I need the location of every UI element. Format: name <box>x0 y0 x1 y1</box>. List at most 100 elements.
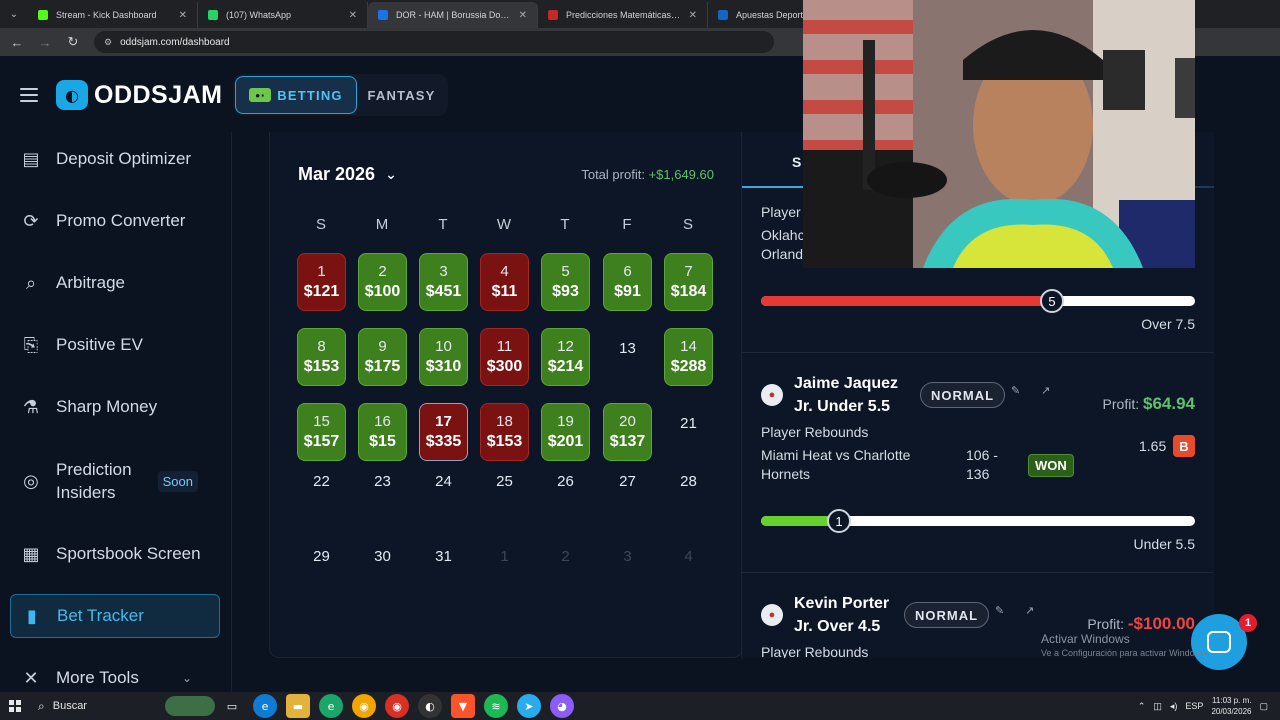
day-number: 8 <box>317 338 326 355</box>
calendar-day[interactable]: 14 $288 <box>664 328 713 386</box>
tab-close-icon[interactable]: ✕ <box>179 10 187 21</box>
search-icon: ⌕ <box>38 698 45 713</box>
calendar-day[interactable]: 21 <box>664 403 713 443</box>
clock[interactable]: 11:03 p. m. 20/03/2026 <box>1211 695 1251 717</box>
taskbar-search[interactable]: ⌕ Buscar <box>30 692 165 720</box>
browser-tab[interactable]: Stream - Kick Dashboard ✕ <box>28 2 198 28</box>
sidebar-item-sharp-money[interactable]: ⚗ Sharp Money <box>10 394 220 420</box>
site-info-icon[interactable]: ⚙ <box>104 37 112 48</box>
calendar-day[interactable]: 6 $91 <box>603 253 652 311</box>
url-field[interactable]: ⚙ oddsjam.com/dashboard <box>94 31 774 53</box>
menu-icon[interactable] <box>20 88 38 102</box>
sidebar-item-deposit-optimizer[interactable]: ▤ Deposit Optimizer <box>10 146 220 172</box>
betting-mode-button[interactable]: ●▪ BETTING <box>235 76 357 114</box>
calendar-day[interactable]: 4 $11 <box>480 253 529 311</box>
day-profit: $300 <box>486 358 523 375</box>
slider-knob: 5 <box>1040 289 1064 313</box>
calendar-day[interactable]: 28 <box>664 461 713 501</box>
windows-activation-subtitle: Ve a Configuración para activar Windows. <box>1041 648 1209 658</box>
file-explorer-icon[interactable]: ▬ <box>286 694 310 718</box>
network-icon[interactable]: ◫ <box>1153 701 1162 712</box>
chrome-icon[interactable]: ◉ <box>385 694 409 718</box>
calendar-day[interactable]: 18 $153 <box>480 403 529 461</box>
edit-icon[interactable]: ✎ <box>995 604 1004 617</box>
notifications-icon[interactable]: ▢ <box>1259 701 1268 712</box>
oddsjam-logo[interactable]: ◐ ODDSJAM <box>56 80 223 110</box>
calendar-day[interactable]: 20 $137 <box>603 403 652 461</box>
tab-bets[interactable]: S <box>792 154 801 170</box>
sidebar-item-sportsbook-screen[interactable]: ▦ Sportsbook Screen <box>10 541 220 567</box>
edge-icon[interactable]: e <box>253 694 277 718</box>
calendar-day[interactable]: 30 <box>358 536 407 576</box>
calendar-day[interactable]: 31 <box>419 536 468 576</box>
calendar-day[interactable]: 27 <box>603 461 652 501</box>
line-label: Over 7.5 <box>1141 316 1195 332</box>
edit-icon[interactable]: ✎ <box>1011 384 1020 397</box>
day-number: 30 <box>374 547 391 565</box>
calendar-day[interactable]: 8 $153 <box>297 328 346 386</box>
calendar-day[interactable]: 24 <box>419 461 468 501</box>
calendar-day[interactable]: 11 $300 <box>480 328 529 386</box>
month-selector[interactable]: Mar 2026 ⌄ <box>298 164 397 185</box>
day-number: 14 <box>680 338 697 355</box>
calendar-day[interactable]: 29 <box>297 536 346 576</box>
calendar-day[interactable]: 3 $451 <box>419 253 468 311</box>
obs-icon[interactable]: ◐ <box>418 694 442 718</box>
calendar-day[interactable]: 16 $15 <box>358 403 407 461</box>
chrome-canary-icon[interactable]: ◉ <box>352 694 376 718</box>
calendar-day[interactable]: 26 <box>541 461 590 501</box>
browser-tab[interactable]: (107) WhatsApp ✕ <box>198 2 368 28</box>
calendar-day[interactable]: 22 <box>297 461 346 501</box>
sidebar-item-prediction-insiders[interactable]: ◎ Prediction Insiders Soon <box>10 456 220 506</box>
calendar-day[interactable]: 13 <box>603 328 652 368</box>
tab-close-icon[interactable]: ✕ <box>349 10 357 21</box>
bet-game-line-1: Miami Heat vs Charlotte <box>761 447 911 463</box>
calendar-day[interactable]: 15 $157 <box>297 403 346 461</box>
brave-icon[interactable]: ▼ <box>451 694 475 718</box>
tab-favicon-icon <box>208 10 218 20</box>
browser-tab[interactable]: Predicciones Matemáticas de F ✕ <box>538 2 708 28</box>
calendar-day[interactable]: 9 $175 <box>358 328 407 386</box>
bet-profit: Profit: $64.94 <box>1103 394 1195 414</box>
telegram-icon[interactable]: ➤ <box>517 694 541 718</box>
edge-dev-icon[interactable]: e <box>319 694 343 718</box>
browser-tab[interactable]: DOR - HAM | Borussia Dortmund ✕ <box>368 2 538 28</box>
sidebar-item-positive-ev[interactable]: ⎘ Positive EV <box>10 332 220 358</box>
language-indicator[interactable]: ESP <box>1185 701 1203 711</box>
grid-icon: ▦ <box>22 543 40 565</box>
reload-icon[interactable]: ↻ <box>66 34 80 50</box>
calendar-day[interactable]: 23 <box>358 461 407 501</box>
calendar-day[interactable]: 7 $184 <box>664 253 713 311</box>
discord-icon[interactable]: ◕ <box>550 694 574 718</box>
day-profit: $451 <box>425 283 462 300</box>
tab-close-icon[interactable]: ✕ <box>689 10 697 21</box>
calendar-day[interactable]: 5 $93 <box>541 253 590 311</box>
tab-search-icon[interactable]: ⌄ <box>0 0 28 28</box>
calendar-day[interactable]: 12 $214 <box>541 328 590 386</box>
day-profit: $121 <box>303 283 340 300</box>
back-icon[interactable]: ← <box>10 35 24 50</box>
task-view-icon[interactable]: ▭ <box>220 694 244 718</box>
calendar-day[interactable]: 10 $310 <box>419 328 468 386</box>
sidebar-item-arbitrage[interactable]: ⌕ Arbitrage <box>10 270 220 296</box>
calendar-day[interactable]: 17 $335 <box>419 403 468 461</box>
start-button[interactable] <box>0 692 30 720</box>
calendar-day[interactable]: 19 $201 <box>541 403 590 461</box>
sidebar-item-more-tools[interactable]: ✕ More Tools ⌄ <box>10 665 220 691</box>
clock-date: 20/03/2026 <box>1211 707 1252 716</box>
day-number: 27 <box>619 472 636 490</box>
share-icon[interactable]: ↗ <box>1025 604 1034 617</box>
chevron-up-icon[interactable]: ⌃ <box>1138 701 1146 712</box>
calendar-day[interactable]: 1 $121 <box>297 253 346 311</box>
spotify-icon[interactable]: ≋ <box>484 694 508 718</box>
sidebar-item-promo-converter[interactable]: ⟳ Promo Converter <box>10 208 220 234</box>
forward-icon[interactable]: → <box>38 35 52 50</box>
calendar-day[interactable]: 25 <box>480 461 529 501</box>
tab-close-icon[interactable]: ✕ <box>519 10 527 21</box>
share-icon[interactable]: ↗ <box>1041 384 1050 397</box>
calendar-day[interactable]: 2 $100 <box>358 253 407 311</box>
fantasy-mode-button[interactable]: FANTASY <box>357 88 446 103</box>
sidebar-item-bet-tracker[interactable]: ▮ Bet Tracker <box>10 594 220 638</box>
bet-player-line-2: Jr. Under 5.5 <box>794 398 891 415</box>
volume-icon[interactable]: ◂) <box>1170 701 1178 712</box>
